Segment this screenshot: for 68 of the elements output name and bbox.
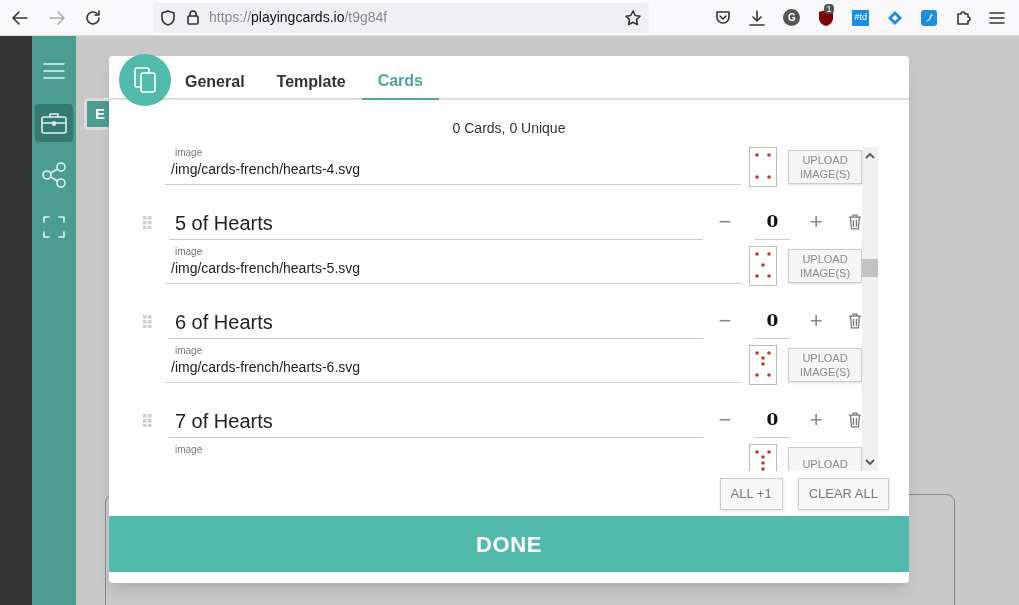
image-field-label: image [174,147,204,159]
sidebar-item[interactable] [35,104,73,142]
decrement-button[interactable]: − [712,310,737,332]
diamond-icon[interactable] [887,9,903,26]
scrollbar[interactable] [862,147,878,471]
increment-button[interactable]: + [804,211,829,233]
upload-images-button[interactable]: UPLOAD IMAGE(S) [788,150,862,184]
extension-badge: 1 [824,3,834,14]
image-field[interactable]: image /img/cards-french/hearts-6.svg [165,345,741,383]
star-icon[interactable] [625,9,641,26]
card-name-field[interactable]: 6 of Hearts [168,303,703,339]
image-field[interactable]: image /img/cards-french/hearts-5.svg [165,246,741,284]
url-text: https://playingcards.io/t9g84f [209,8,388,27]
increment-button[interactable]: + [804,409,829,431]
profile-avatar[interactable]: G [783,9,801,26]
menu-icon [43,62,65,80]
tab[interactable]: Cards [361,64,439,100]
drag-handle-icon[interactable] [143,314,152,328]
count-field[interactable]: 0 [754,303,791,339]
shield-icon [161,9,175,26]
image-path-text: /img/cards-french/hearts-6.svg [171,358,362,377]
image-field-label: image [174,345,204,357]
download-icon[interactable] [749,9,766,26]
scroll-up-icon[interactable] [865,152,875,159]
trash-icon[interactable] [848,214,862,230]
upload-images-button[interactable]: UPLOAD IMAGE(S) [788,348,862,382]
tab[interactable]: Template [260,64,362,100]
upload-images-button[interactable]: UPLOAD IMAGE(S) [788,249,862,283]
image-field-label: image [174,246,204,258]
pocket-icon[interactable] [715,9,732,26]
count-field[interactable]: 0 [754,204,791,240]
card-summary: 0 Cards, 0 Unique [452,119,566,138]
back-icon[interactable] [12,9,28,26]
done-button[interactable]: DONE [109,516,909,572]
trash-icon[interactable] [848,313,862,329]
bird-icon[interactable] [921,9,937,26]
fullscreen-icon [43,216,65,238]
upload-images-button[interactable]: UPLOAD [788,447,862,471]
cards-icon [133,66,157,94]
lock-icon [187,10,199,25]
count-field[interactable]: 0 [754,402,791,438]
share-icon [42,162,66,188]
image-field[interactable]: image /img/cards-french/hearts-4.svg [165,147,741,185]
card-thumbnail-icon [749,147,777,187]
scrollbar-thumb[interactable] [862,259,878,277]
card-thumbnail-icon [749,246,777,286]
trash-icon[interactable] [848,412,862,428]
card-thumbnail-icon [749,345,777,385]
puzzle-icon[interactable] [955,9,971,26]
image-path-text: /img/cards-french/hearts-4.svg [171,160,362,179]
decrement-button[interactable]: − [712,211,737,233]
drag-handle-icon[interactable] [143,413,152,427]
extension-button[interactable]: #td [852,9,869,26]
decrement-button[interactable]: − [712,409,737,431]
scroll-down-icon[interactable] [865,459,875,466]
address-bar[interactable]: https://playingcards.io/t9g84f [153,2,649,33]
drag-handle-icon[interactable] [143,215,152,229]
increment-button[interactable]: + [804,310,829,332]
action-button[interactable]: CLEAR ALL [797,478,889,510]
card-name-field[interactable]: 7 of Hearts [168,402,703,438]
card-name-field[interactable]: 5 of Hearts [168,204,703,240]
image-path-text: /img/cards-french/hearts-5.svg [171,259,362,278]
image-field-label: image [174,444,204,456]
briefcase-icon [41,112,67,134]
menu-icon[interactable] [989,10,1005,25]
action-button[interactable]: ALL +1 [719,478,783,510]
tab[interactable]: General [169,64,261,100]
reload-icon[interactable] [85,9,101,26]
